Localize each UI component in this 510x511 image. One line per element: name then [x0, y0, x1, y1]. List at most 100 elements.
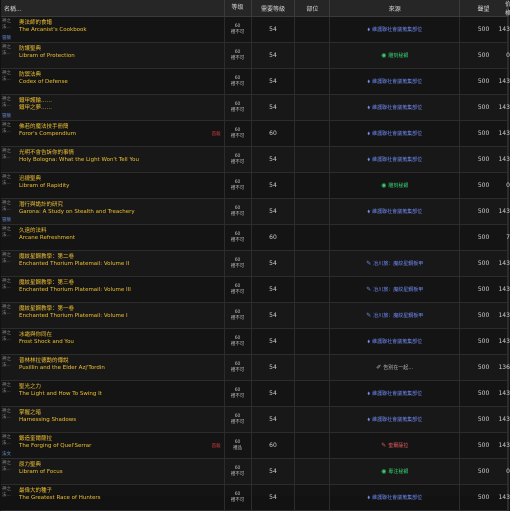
item-name-cn[interactable]: 防護聖典: [19, 43, 224, 53]
item-name-cell[interactable]: 神之法... 防禦法典 Codex of Defense: [1, 69, 225, 94]
item-name-cell[interactable]: 神之法... 奧法師的食譜 The Arcanist's Cookbook 冒險: [1, 17, 225, 42]
item-source-label[interactable]: 專注秘銀: [388, 468, 408, 475]
item-source-label[interactable]: 雕刻秘銀: [388, 182, 408, 189]
item-name-cell[interactable]: 神之法... 鍛造奎爾薩拉 The Forging of Quel'Serrar 法文…: [1, 433, 225, 458]
table-row[interactable]: 神之法... 潛行與詭計的研究 Garona: A Study on Stealth…: [1, 199, 510, 225]
item-name-cell[interactable]: 神之法... 佛若的魔法技手冊簡 Foror's Compendium 首殺: [1, 121, 225, 146]
item-source-link[interactable]: ◉ 雕刻秘銀: [381, 52, 408, 59]
item-name-cn[interactable]: 鐵甲護輪……: [19, 95, 224, 105]
table-row[interactable]: 神之法... 冰霜與你同在 Frost Shock and You 60 禮不可 54 ⬧ 維…: [1, 329, 510, 355]
item-source-label[interactable]: 維護聯社會議蒐集部位: [372, 78, 422, 85]
table-row[interactable]: 神之法... 防護聖典 Libram of Protection 60 禮不可 54 ◉ 雕刻…: [1, 43, 510, 69]
item-source-link[interactable]: ⬧ 維護聯社會議蒐集部位: [367, 208, 422, 216]
item-name-en[interactable]: Libram of Rapidity: [19, 183, 224, 190]
item-name-en[interactable]: Harnessing Shadows: [19, 417, 224, 424]
table-row[interactable]: 神之法... 防禦法典 Codex of Defense 60 禮不可 54 ⬧ 維護聯社會議…: [1, 69, 510, 95]
item-source-link[interactable]: ⬧ 維護聯社會議蒐集部位: [367, 338, 422, 346]
item-name-cn[interactable]: 掌握之暗: [19, 407, 224, 417]
item-name-en[interactable]: The Forging of Quel'Serrar: [19, 443, 224, 450]
item-name-cell[interactable]: 神之法... 魔紋星鋼教學：第一卷 Enchanted Thorium Platem…: [1, 303, 225, 328]
table-row[interactable]: 神之法... 佛若的魔法技手冊簡 Foror's Compendium 首殺 60 禮不可…: [1, 121, 510, 147]
column-header-price[interactable]: 价格: [505, 0, 510, 17]
item-name-cn[interactable]: 魔紋星鋼教學：第一卷: [19, 303, 224, 313]
item-name-cell[interactable]: 神之法... 最偉大的種子 The Greatest Race of Hunters: [1, 485, 225, 510]
item-name-en[interactable]: The Arcanist's Cookbook: [19, 27, 224, 34]
item-source-link[interactable]: ⬧ 維護聯社會議蒐集部位: [367, 156, 422, 164]
table-row[interactable]: 神之法... 迅捷聖典 Libram of Rapidity 60 禮不可 54 ◉ 雕刻秘銀…: [1, 173, 510, 199]
column-header-reputation[interactable]: 聲望: [460, 0, 508, 16]
item-name-en[interactable]: Codex of Defense: [19, 79, 224, 86]
item-source-link[interactable]: ⬧ 維護聯社會議蒐集部位: [367, 26, 422, 34]
column-header-type[interactable]: 等级: [225, 0, 252, 16]
item-name-cn[interactable]: 鍛造奎爾薩拉: [19, 433, 224, 443]
table-row[interactable]: 神之法... 掌握之暗 Harnessing Shadows 60 禮不可 54 ⬧ 維護聯社…: [1, 407, 510, 433]
column-header-level[interactable]: 需要等級: [252, 0, 296, 16]
item-source-label[interactable]: 維護聯社會議蒐集部位: [372, 494, 422, 501]
item-name-cn[interactable]: 原力聖典: [19, 459, 224, 469]
item-source-label[interactable]: 維護聯社會議蒐集部位: [372, 416, 422, 423]
item-name-en[interactable]: 鐵甲之夢……: [19, 105, 224, 112]
item-name-en[interactable]: Enchanted Thorium Platemail: Volume II: [19, 261, 224, 268]
table-row[interactable]: 神之法... 鍛造奎爾薩拉 The Forging of Quel'Serrar 法文…: [1, 433, 510, 459]
item-source-label[interactable]: 雕刻秘銀: [388, 52, 408, 59]
table-row[interactable]: 神之法... 聖光之力 The Light and How To Swing It 6…: [1, 381, 510, 407]
item-name-cell[interactable]: 神之法... 防護聖典 Libram of Protection: [1, 43, 225, 68]
item-name-cell[interactable]: 神之法... 魔紋星鋼教學：第二卷 Enchanted Thorium Platem…: [1, 251, 225, 276]
item-name-cn[interactable]: 久遠的法料: [19, 225, 224, 235]
table-row[interactable]: 神之法... 久遠的法料 Arcane Refreshment 60 禮不可 60 500 7: [1, 225, 510, 251]
item-name-cell[interactable]: 神之法... 掌握之暗 Harnessing Shadows: [1, 407, 225, 432]
item-source-label[interactable]: 維護聯社會議蒐集部位: [372, 26, 422, 33]
item-source-link[interactable]: ✎ 冶川旅：魔紋星鋼板甲: [366, 286, 423, 293]
item-source-label[interactable]: 維護聯社會議蒐集部位: [372, 104, 422, 111]
item-name-en[interactable]: The Light and How To Swing It: [19, 391, 224, 398]
item-source-link[interactable]: ✐ 告別在一起…: [376, 364, 413, 371]
column-header-source[interactable]: 來源: [330, 0, 461, 16]
item-name-cn[interactable]: 光明不會告訴你的事情: [19, 147, 224, 157]
item-name-cn[interactable]: 奧法師的食譜: [19, 17, 224, 27]
item-name-cell[interactable]: 神之法... 鐵甲護輪…… 鐵甲之夢…… 冒險: [1, 95, 225, 120]
table-row[interactable]: 神之法... 魔紋星鋼教學：第三卷 Enchanted Thorium Platem…: [1, 277, 510, 303]
item-name-cn[interactable]: 魔紋星鋼教學：第二卷: [19, 251, 224, 261]
table-row[interactable]: 神之法... 魔紋星鋼教學：第二卷 Enchanted Thorium Platem…: [1, 251, 510, 277]
item-name-en[interactable]: Libram of Focus: [19, 469, 224, 476]
column-header-slot[interactable]: 部位: [295, 0, 331, 16]
item-name-en[interactable]: Pusillin and the Elder Azj'Tordin: [19, 365, 224, 372]
item-name-cn[interactable]: 潛行與詭計的研究: [19, 199, 224, 209]
item-name-cn[interactable]: 最偉大的種子: [19, 485, 224, 495]
item-name-cell[interactable]: 神之法... 光明不會告訴你的事情 Holy Bologna: What the L…: [1, 147, 225, 172]
item-source-link[interactable]: ⬧ 維護聯社會議蒐集部位: [367, 494, 422, 502]
item-source-label[interactable]: 維護聯社會議蒐集部位: [372, 156, 422, 163]
item-name-en[interactable]: Enchanted Thorium Platemail: Volume III: [19, 287, 224, 294]
item-name-en[interactable]: Foror's Compendium: [19, 131, 224, 138]
table-row[interactable]: 神之法... 鐵甲護輪…… 鐵甲之夢…… 冒險 60 禮不可 54 ⬧ 維護聯社會議蒐集部位 50…: [1, 95, 510, 121]
item-name-cn[interactable]: 迅捷聖典: [19, 173, 224, 183]
item-name-en[interactable]: The Greatest Race of Hunters: [19, 495, 224, 502]
item-name-cn[interactable]: 防禦法典: [19, 69, 224, 79]
item-source-link[interactable]: ✎ 奎爾薩拉: [381, 442, 408, 449]
item-source-link[interactable]: ⬧ 維護聯社會議蒐集部位: [367, 390, 422, 398]
item-source-link[interactable]: ✎ 冶川旅：魔紋星鋼板甲: [366, 260, 423, 267]
item-source-link[interactable]: ⬧ 維護聯社會議蒐集部位: [367, 130, 422, 138]
item-name-cell[interactable]: 神之法... 潛行與詭計的研究 Garona: A Study on Stealth…: [1, 199, 225, 224]
item-source-link[interactable]: ⬧ 維護聯社會議蒐集部位: [367, 78, 422, 86]
table-row[interactable]: 神之法... 最偉大的種子 The Greatest Race of Hunters…: [1, 485, 510, 511]
item-name-cell[interactable]: 神之法... 原力聖典 Libram of Focus: [1, 459, 225, 484]
item-source-link[interactable]: ◉ 雕刻秘銀: [381, 182, 408, 189]
item-name-cell[interactable]: 神之法... 普林林拉德勳的傳說 Pusillin and the Elder Az…: [1, 355, 225, 380]
item-name-cell[interactable]: 神之法... 迅捷聖典 Libram of Rapidity: [1, 173, 225, 198]
item-name-en[interactable]: Libram of Protection: [19, 53, 224, 60]
table-row[interactable]: 神之法... 奧法師的食譜 The Arcanist's Cookbook 冒險 60 禮…: [1, 17, 510, 43]
item-source-label[interactable]: 告別在一起…: [383, 364, 413, 371]
item-source-label[interactable]: 冶川旅：魔紋星鋼板甲: [373, 286, 423, 293]
item-source-label[interactable]: 維護聯社會議蒐集部位: [372, 130, 422, 137]
item-source-label[interactable]: 維護聯社會議蒐集部位: [372, 390, 422, 397]
item-name-cn[interactable]: 魔紋星鋼教學：第三卷: [19, 277, 224, 287]
item-source-label[interactable]: 冶川旅：魔紋星鋼板甲: [373, 260, 423, 267]
table-row[interactable]: 神之法... 原力聖典 Libram of Focus 60 禮不可 54 ◉ 專注秘銀 500…: [1, 459, 510, 485]
item-source-label[interactable]: 維護聯社會議蒐集部位: [372, 338, 422, 345]
item-name-en[interactable]: Garona: A Study on Stealth and Treachery: [19, 209, 224, 216]
table-row[interactable]: 神之法... 光明不會告訴你的事情 Holy Bologna: What the L…: [1, 147, 510, 173]
item-name-cn[interactable]: 佛若的魔法技手冊簡: [19, 121, 224, 131]
item-source-link[interactable]: ⬧ 維護聯社會議蒐集部位: [367, 416, 422, 424]
item-source-link[interactable]: ⬧ 維護聯社會議蒐集部位: [367, 104, 422, 112]
